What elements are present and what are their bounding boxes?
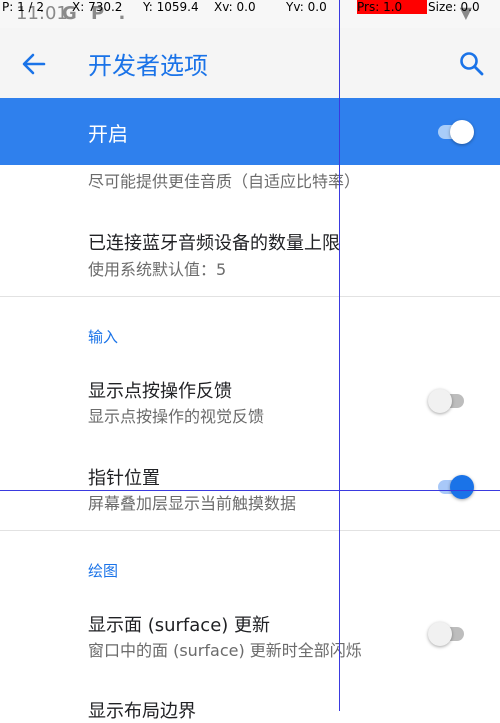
- back-button[interactable]: [14, 44, 54, 84]
- overlay-x: X: 730.2: [72, 0, 123, 14]
- page-title: 开发者选项: [88, 52, 208, 80]
- bt-limit-summary: 使用系统默认值：5: [88, 260, 227, 279]
- pointer-crosshair-horizontal: [0, 490, 500, 491]
- show-taps-toggle[interactable]: [428, 387, 468, 415]
- pointer-crosshair-vertical: [339, 0, 340, 711]
- pointer-location-overlay: P: 1 / 2 X: 730.2 Y: 1059.4 Xv: 0.0 Yv: …: [0, 0, 500, 14]
- master-switch-label: 开启: [88, 122, 128, 146]
- pointer-location-toggle[interactable]: [436, 473, 476, 501]
- audio-quality-summary: 尽可能提供更佳音质（自适应比特率）: [88, 172, 361, 191]
- pointer-location-summary: 屏幕叠加层显示当前触摸数据: [88, 494, 297, 513]
- overlay-size: Size: 0.0: [428, 0, 480, 14]
- search-icon: [460, 52, 484, 76]
- divider: [0, 296, 500, 297]
- overlay-pressure: Prs: 1.0: [357, 0, 427, 14]
- app-bar: 开发者选项: [0, 28, 500, 98]
- overlay-xv: Xv: 0.0: [214, 0, 256, 14]
- master-toggle[interactable]: [436, 118, 476, 146]
- overlay-y: Y: 1059.4: [143, 0, 199, 14]
- surface-updates-summary: 窗口中的面 (surface) 更新时全部闪烁: [88, 641, 362, 660]
- category-drawing: 绘图: [88, 562, 119, 580]
- surface-updates-title: 显示面 (surface) 更新: [88, 615, 271, 636]
- show-taps-title: 显示点按操作反馈: [88, 381, 232, 402]
- layout-bounds-title: 显示布局边界: [88, 701, 196, 722]
- pointer-location-title: 指针位置: [88, 468, 160, 489]
- divider: [0, 530, 500, 531]
- arrow-back-icon: [22, 53, 46, 75]
- search-button[interactable]: [452, 44, 492, 84]
- show-taps-summary: 显示点按操作的视觉反馈: [88, 407, 265, 426]
- bt-limit-title: 已连接蓝牙音频设备的数量上限: [88, 233, 340, 254]
- overlay-yv: Yv: 0.0: [286, 0, 327, 14]
- surface-updates-toggle[interactable]: [428, 620, 468, 648]
- overlay-pointer-count: P: 1 / 2: [2, 0, 45, 14]
- category-input: 输入: [88, 328, 119, 346]
- developer-options-master-switch[interactable]: 开启: [0, 98, 500, 165]
